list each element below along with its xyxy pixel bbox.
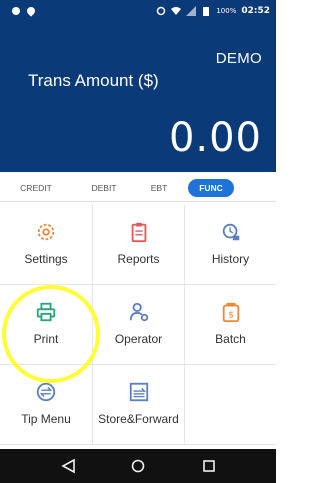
tab-func[interactable]: FUNC: [188, 179, 234, 197]
menu-item-label: Store&Forward: [98, 412, 179, 426]
store-forward-icon: [129, 382, 148, 402]
trans-amount-label: Trans Amount ($): [28, 71, 159, 90]
battery-icon: [203, 7, 210, 16]
menu-item-label: Print: [33, 332, 59, 346]
tab-credit[interactable]: CREDIT: [14, 179, 58, 197]
menu-item-label: Reports: [117, 252, 160, 266]
menu-item-operator[interactable]: Operator: [93, 285, 185, 365]
function-menu-grid: Settings Reports History Print Operator …: [0, 205, 276, 445]
menu-item-store-forward[interactable]: Store&Forward: [93, 365, 185, 445]
header-panel: 100% 02:52 DEMO Trans Amount ($) 0.00: [0, 0, 276, 172]
android-nav-bar: [0, 449, 276, 483]
menu-item-empty: [185, 365, 276, 445]
gear-icon: [37, 223, 55, 241]
sync-icon: [157, 6, 166, 16]
status-indicators: 100% 02:52: [156, 6, 270, 16]
tab-debit[interactable]: DEBIT: [84, 179, 124, 197]
tab-ebt[interactable]: EBT: [144, 179, 174, 197]
notification-icons: [12, 5, 37, 17]
batch-icon: $: [222, 302, 239, 323]
back-icon[interactable]: [60, 458, 78, 474]
menu-item-print[interactable]: Print: [0, 285, 93, 365]
home-icon[interactable]: [129, 458, 147, 474]
svg-text:$: $: [228, 310, 234, 321]
menu-item-label: History: [211, 252, 250, 266]
wifi-icon: [171, 7, 182, 15]
amount-display: 0.00: [168, 115, 262, 161]
clock: 02:52: [241, 6, 270, 16]
menu-item-label: Settings: [24, 252, 68, 266]
history-icon: [222, 223, 239, 241]
battery-percent: 100%: [216, 7, 237, 15]
menu-item-history[interactable]: History: [185, 205, 276, 285]
mode-label: DEMO: [215, 50, 262, 67]
menu-item-label: Tip Menu: [21, 412, 71, 426]
menu-item-settings[interactable]: Settings: [0, 205, 93, 285]
printer-icon: [36, 302, 56, 322]
menu-item-label: Batch: [215, 332, 246, 346]
menu-item-label: Operator: [114, 332, 163, 346]
status-bar: 100% 02:52: [0, 0, 276, 26]
recents-icon[interactable]: [200, 458, 218, 474]
tip-menu-icon: [36, 382, 56, 402]
transaction-tabs: CREDIT DEBIT EBT FUNC: [0, 172, 276, 202]
menu-item-batch[interactable]: $ Batch: [185, 285, 276, 365]
location-pin-icon: [25, 5, 37, 17]
clipboard-icon: [131, 222, 146, 243]
menu-item-reports[interactable]: Reports: [93, 205, 185, 285]
signal-icon: [186, 6, 197, 16]
operator-icon: [129, 302, 148, 322]
menu-item-tip-menu[interactable]: Tip Menu: [0, 365, 93, 445]
notification-dot-icon: [12, 7, 20, 15]
